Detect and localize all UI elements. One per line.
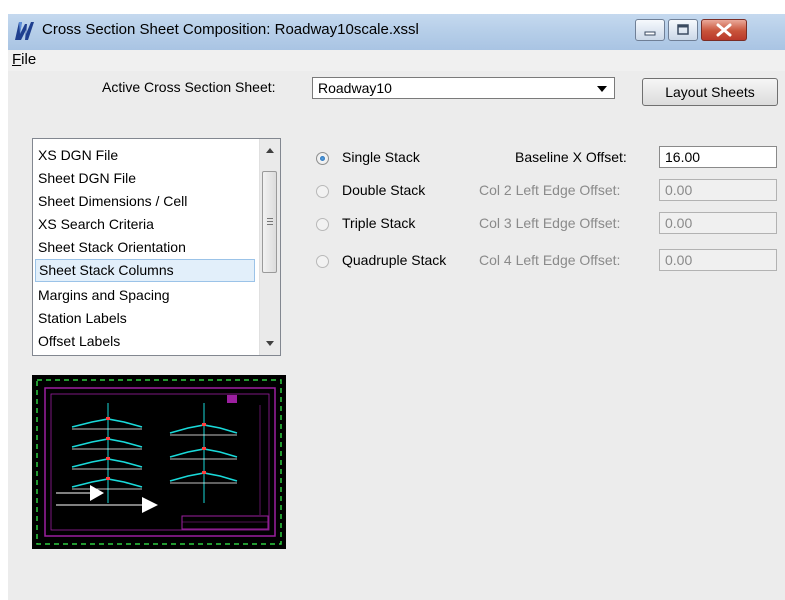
menu-bar: File bbox=[8, 50, 785, 71]
maximize-icon bbox=[677, 24, 689, 35]
maximize-button[interactable] bbox=[668, 19, 698, 41]
scroll-down-icon[interactable] bbox=[266, 341, 274, 346]
col3-offset-field[interactable]: 0.00 bbox=[659, 212, 777, 234]
baseline-x-offset-label: Baseline X Offset: bbox=[515, 149, 627, 165]
list-item[interactable]: Offset Labels bbox=[38, 330, 120, 352]
radio-double-stack[interactable] bbox=[316, 185, 329, 198]
scroll-thumb[interactable] bbox=[262, 171, 277, 273]
settings-list[interactable]: XS DGN File Sheet DGN File Sheet Dimensi… bbox=[32, 138, 281, 356]
list-scrollbar[interactable] bbox=[259, 139, 280, 355]
baseline-x-offset-field[interactable]: 16.00 bbox=[659, 146, 777, 168]
active-sheet-dropdown[interactable]: Roadway10 bbox=[312, 77, 615, 99]
list-item-selected[interactable]: Sheet Stack Columns bbox=[35, 259, 255, 282]
list-item[interactable]: Station Labels bbox=[38, 307, 127, 329]
active-sheet-label: Active Cross Section Sheet: bbox=[102, 79, 276, 95]
list-item[interactable]: XS DGN File bbox=[38, 144, 118, 166]
col4-offset-label: Col 4 Left Edge Offset: bbox=[479, 252, 621, 268]
list-item[interactable]: Margins and Spacing bbox=[38, 284, 170, 306]
list-item[interactable]: XS Search Criteria bbox=[38, 213, 154, 235]
window-title: Cross Section Sheet Composition: Roadway… bbox=[42, 21, 419, 38]
col3-offset-label: Col 3 Left Edge Offset: bbox=[479, 215, 621, 231]
list-item[interactable]: Sheet DGN File bbox=[38, 167, 136, 189]
list-item[interactable]: Sheet Dimensions / Cell bbox=[38, 190, 187, 212]
minimize-icon bbox=[644, 31, 656, 36]
scroll-up-icon[interactable] bbox=[266, 148, 274, 153]
layout-sheets-label: Layout Sheets bbox=[665, 84, 755, 100]
col4-offset-field[interactable]: 0.00 bbox=[659, 249, 777, 271]
active-sheet-value: Roadway10 bbox=[318, 80, 392, 96]
single-stack-label[interactable]: Single Stack bbox=[342, 149, 420, 165]
layout-sheets-button[interactable]: Layout Sheets bbox=[642, 78, 778, 106]
triple-stack-label[interactable]: Triple Stack bbox=[342, 215, 415, 231]
col2-offset-label: Col 2 Left Edge Offset: bbox=[479, 182, 621, 198]
minimize-button[interactable] bbox=[635, 19, 665, 41]
menu-file[interactable]: File bbox=[12, 51, 36, 68]
list-item[interactable]: Sheet Stack Orientation bbox=[38, 236, 186, 258]
microstation-icon bbox=[15, 22, 34, 40]
radio-triple-stack[interactable] bbox=[316, 218, 329, 231]
close-icon bbox=[716, 23, 732, 37]
chevron-down-icon bbox=[597, 86, 607, 92]
close-button[interactable] bbox=[701, 19, 747, 41]
quadruple-stack-label[interactable]: Quadruple Stack bbox=[342, 252, 446, 268]
title-bar[interactable]: Cross Section Sheet Composition: Roadway… bbox=[8, 14, 785, 50]
radio-quadruple-stack[interactable] bbox=[316, 255, 329, 268]
sheet-preview bbox=[32, 375, 286, 549]
double-stack-label[interactable]: Double Stack bbox=[342, 182, 425, 198]
sheet-preview-graphic bbox=[36, 379, 282, 545]
radio-single-stack[interactable] bbox=[316, 152, 329, 165]
col2-offset-field[interactable]: 0.00 bbox=[659, 179, 777, 201]
